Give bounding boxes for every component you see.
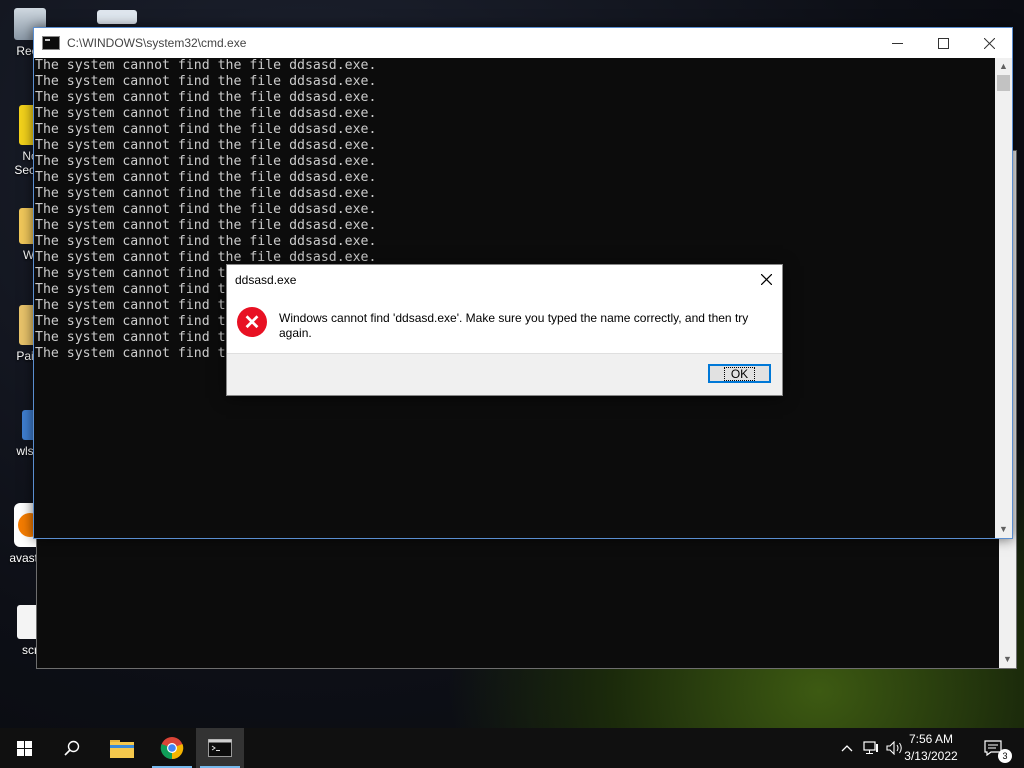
- cmd-icon: [208, 739, 232, 757]
- scrollbar-thumb[interactable]: [997, 75, 1010, 91]
- network-button[interactable]: [860, 728, 882, 768]
- search-button[interactable]: [48, 728, 96, 768]
- scroll-down-arrow-icon[interactable]: ▼: [999, 651, 1016, 668]
- cmd-taskbar-button[interactable]: [196, 728, 244, 768]
- console-line: The system cannot find the file ddsasd.e…: [35, 170, 377, 185]
- chrome-icon: [160, 737, 184, 760]
- error-icon: ✕: [237, 307, 267, 337]
- desktop-icon-shortcut-2[interactable]: [96, 10, 138, 28]
- console-line: The system cannot find the file ddsasd.e…: [35, 122, 377, 137]
- window-title: C:\WINDOWS\system32\cmd.exe: [67, 36, 247, 50]
- minimize-icon: [891, 42, 903, 44]
- start-icon: [16, 740, 32, 756]
- taskbar: 7:56 AM 3/13/2022 3: [0, 728, 1024, 768]
- ok-button-label: OK: [723, 366, 756, 381]
- console-line: The system cannot find the file ddsasd.e…: [35, 218, 377, 233]
- cmd-icon: [42, 36, 60, 50]
- dialog-title: ddsasd.exe: [235, 273, 297, 287]
- file-explorer-icon: [110, 740, 134, 758]
- minimize-button[interactable]: [874, 28, 920, 58]
- network-icon: [863, 741, 878, 754]
- clock-date: 3/13/2022: [904, 749, 958, 763]
- console-line: The system cannot find the file ddsasd.e…: [35, 138, 377, 153]
- clock[interactable]: 7:56 AM 3/13/2022: [896, 731, 966, 765]
- maximize-icon: [937, 37, 949, 49]
- file-explorer-button[interactable]: [98, 728, 146, 768]
- maximize-button[interactable]: [920, 28, 966, 58]
- console-line: The system cannot find the file ddsasd.e…: [35, 234, 377, 249]
- scroll-down-arrow-icon[interactable]: ▼: [995, 521, 1012, 538]
- dialog-footer: OK: [227, 353, 782, 395]
- chrome-button[interactable]: [148, 728, 196, 768]
- notification-count-badge: 3: [998, 749, 1012, 763]
- chevron-up-icon: [841, 745, 853, 752]
- console-line: The system cannot find the file ddsasd.e…: [35, 154, 377, 169]
- error-dialog[interactable]: ddsasd.exe ✕ Windows cannot find 'ddsasd…: [226, 264, 783, 396]
- close-icon: [760, 273, 772, 285]
- vertical-scrollbar[interactable]: ▲ ▼: [995, 58, 1012, 538]
- console-line: The system cannot find the file ddsasd.e…: [35, 90, 377, 105]
- start-button[interactable]: [0, 728, 48, 768]
- title-bar[interactable]: C:\WINDOWS\system32\cmd.exe: [34, 28, 1012, 58]
- show-hidden-icons-button[interactable]: [838, 728, 856, 768]
- console-line: The system cannot find the file ddsasd.e…: [35, 106, 377, 121]
- scroll-up-arrow-icon[interactable]: ▲: [995, 58, 1012, 75]
- close-button[interactable]: [966, 28, 1012, 58]
- console-line: The system cannot find the file ddsasd.e…: [35, 58, 377, 73]
- console-line: The system cannot find the file ddsasd.e…: [35, 186, 377, 201]
- dialog-close-button[interactable]: [750, 265, 782, 293]
- shortcut-icon: [97, 10, 137, 24]
- console-line: The system cannot find the file ddsasd.e…: [35, 202, 377, 217]
- search-icon: [64, 740, 80, 756]
- ok-button[interactable]: OK: [708, 364, 771, 383]
- console-line: The system cannot find the file ddsasd.e…: [35, 74, 377, 89]
- close-icon: [983, 37, 995, 49]
- dialog-message: Windows cannot find 'ddsasd.exe'. Make s…: [279, 311, 749, 340]
- clock-time: 7:56 AM: [908, 732, 954, 746]
